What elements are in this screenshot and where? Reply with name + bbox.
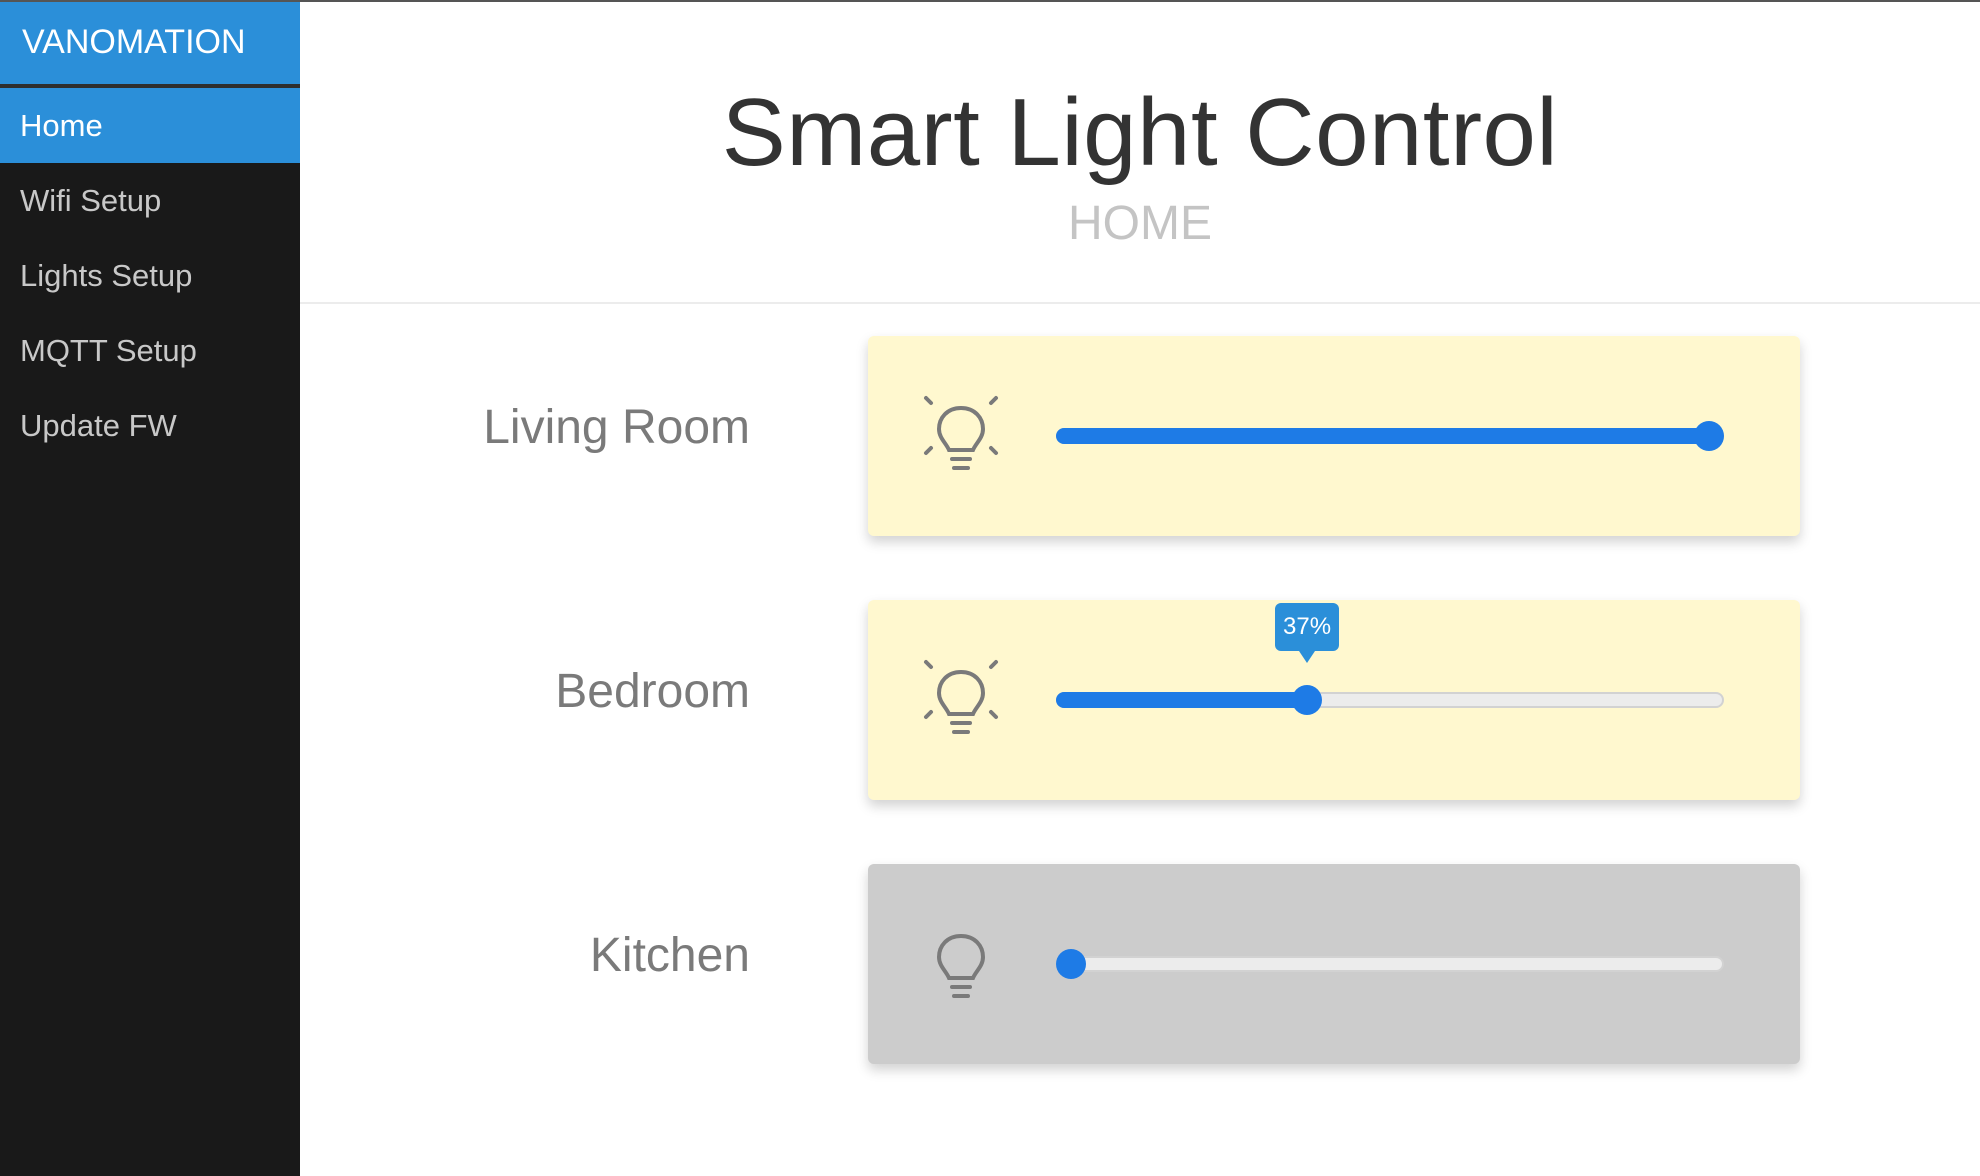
lightbulb-on-icon[interactable]: [916, 388, 1006, 478]
slider-thumb[interactable]: [1292, 685, 1323, 715]
slider-track: [1056, 956, 1724, 972]
sidebar-item-lights-setup[interactable]: Lights Setup: [0, 238, 300, 313]
room-label: Kitchen: [589, 929, 750, 982]
lightbulb-off-icon[interactable]: [916, 916, 1006, 1006]
sidebar-item-update-fw[interactable]: Update FW: [0, 388, 300, 463]
sidebar: VANOMATION Home Wifi Setup Lights Setup …: [0, 0, 300, 1176]
brand-logo: VANOMATION: [0, 0, 300, 88]
brightness-slider[interactable]: [1056, 421, 1724, 451]
page-title: Smart Light Control: [721, 79, 1559, 186]
sidebar-item-wifi-setup[interactable]: Wifi Setup: [0, 163, 300, 238]
brightness-slider[interactable]: 37%: [1056, 603, 1724, 715]
page-subtitle: HOME: [1068, 197, 1212, 250]
slider-value-tooltip: 37%: [1275, 603, 1340, 663]
slider-thumb[interactable]: [1694, 421, 1724, 451]
top-border: [0, 0, 1980, 2]
room-label: Bedroom: [555, 665, 750, 718]
lightbulb-on-icon[interactable]: [916, 652, 1006, 742]
sidebar-item-mqtt-setup[interactable]: MQTT Setup: [0, 313, 300, 388]
slider-fill: [1056, 692, 1308, 708]
room-label: Living Room: [483, 401, 750, 454]
light-row-kitchen: Kitchen: [300, 864, 1980, 1064]
slider-thumb[interactable]: [1056, 949, 1086, 979]
brightness-slider[interactable]: [1056, 949, 1724, 979]
page-header: Smart Light Control HOME: [300, 0, 1980, 304]
light-row-bedroom: Bedroom 37%: [300, 600, 1980, 800]
light-card: [868, 336, 1800, 536]
light-card: 37%: [868, 600, 1800, 800]
main-content: Smart Light Control HOME Living Room Bed…: [300, 0, 1980, 1176]
light-card: [868, 864, 1800, 1064]
light-row-living-room: Living Room: [300, 336, 1980, 536]
slider-fill: [1056, 428, 1709, 444]
sidebar-item-home[interactable]: Home: [0, 88, 300, 163]
